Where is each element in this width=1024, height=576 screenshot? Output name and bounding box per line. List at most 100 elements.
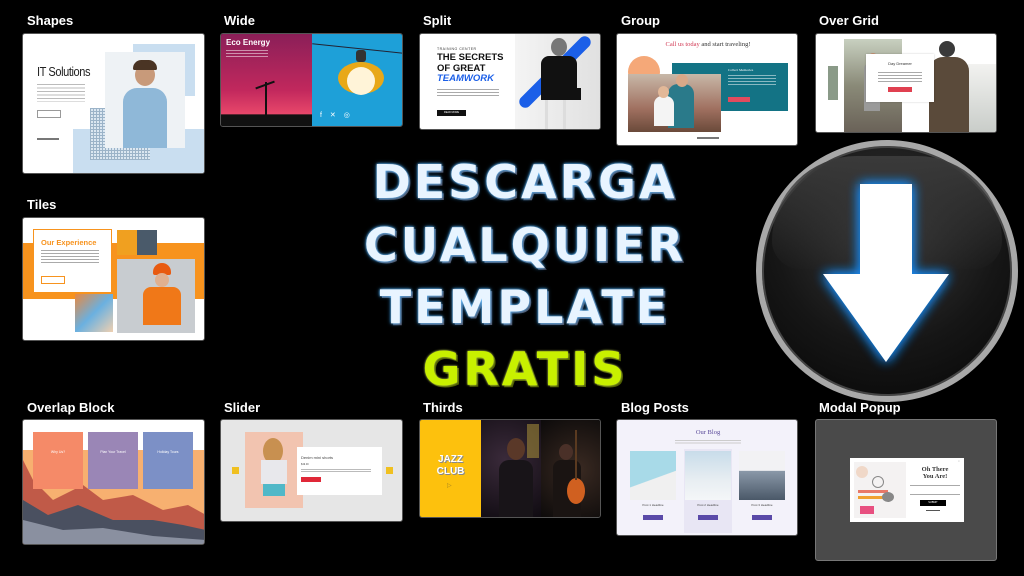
- template-card-overlap-block[interactable]: Why Us? Plan Your Travel Holiday Tours: [22, 419, 205, 545]
- slider-prev-arrow: [232, 467, 239, 474]
- template-card-shapes[interactable]: IT Solutions: [22, 33, 205, 174]
- card-title: THE SECRETS OF GREAT TEAMWORK: [437, 52, 504, 85]
- post-title: Post 3 Headline: [751, 503, 773, 507]
- card-button: [888, 87, 912, 92]
- template-label-thirds: Thirds: [423, 400, 463, 415]
- post-button: [752, 515, 772, 520]
- tile-photo: [75, 294, 113, 332]
- download-arrow-icon: [823, 184, 949, 362]
- content-box: Our Experience: [33, 229, 112, 293]
- template-card-group[interactable]: Call us today and start traveling! Colle…: [616, 33, 798, 146]
- card-title: Our Blog: [695, 429, 721, 436]
- input-line: [910, 485, 960, 486]
- close-icon: ×: [958, 459, 960, 463]
- guitarist-photo: [541, 420, 600, 517]
- singer-photo: [481, 420, 541, 517]
- submit-button: SUBMIT: [920, 500, 946, 506]
- title-line: Oh There: [921, 466, 949, 473]
- blog-post: Post 1 Headline: [630, 451, 676, 535]
- template-label-overlap-block: Overlap Block: [27, 400, 115, 415]
- modal-dialog: Oh There You Are! SUBMIT ×: [850, 458, 964, 522]
- card-title: Our Experience: [41, 238, 97, 247]
- headline-line-3: TEMPLATE: [379, 280, 671, 334]
- model-photo: [245, 432, 303, 508]
- template-card-slider[interactable]: Denim mini shorts $19.00: [220, 419, 403, 522]
- feature-column: Plan Your Travel: [88, 432, 138, 489]
- content-box: Day Dreamer: [866, 54, 934, 102]
- price: $19.00: [301, 463, 309, 466]
- card-title: Denim mini shorts: [301, 455, 334, 460]
- template-card-wide[interactable]: Eco Energy f ✕ ◎: [220, 33, 403, 127]
- card-title: JAZZ CLUB: [420, 454, 481, 478]
- card-button: [41, 276, 65, 284]
- template-label-over-grid: Over Grid: [819, 13, 879, 28]
- caption: [37, 138, 59, 140]
- post-image: [685, 451, 731, 500]
- post-image: [630, 451, 676, 500]
- template-card-split[interactable]: TRAINING CENTER THE SECRETS OF GREAT TEA…: [419, 33, 601, 130]
- card-title: IT Solutions: [37, 64, 91, 79]
- template-label-group: Group: [621, 13, 660, 28]
- lamp-photo: f ✕ ◎: [312, 34, 402, 126]
- body-text: [37, 84, 85, 102]
- title-rest: and start traveling!: [699, 41, 751, 48]
- template-card-tiles[interactable]: Our Experience: [22, 217, 205, 341]
- blog-post: Post 2 Headline: [684, 449, 732, 533]
- post-title: Post 2 Headline: [697, 503, 719, 507]
- post-button: [643, 515, 663, 520]
- worker-photo: [117, 259, 195, 333]
- blog-post: Post 3 Headline: [739, 451, 785, 535]
- input-line: [910, 494, 960, 495]
- title-accent: Call us today: [665, 41, 700, 48]
- card-title: Day Dreamer: [888, 61, 912, 66]
- column-title: Plan Your Travel: [100, 450, 126, 454]
- post-title: Post 1 Headline: [642, 503, 664, 507]
- modal-title: Oh There You Are!: [908, 466, 962, 480]
- title-line: THE SECRETS: [437, 52, 504, 63]
- title-line: CLUB: [436, 466, 465, 477]
- template-label-tiles: Tiles: [27, 197, 57, 212]
- post-image: [739, 451, 785, 500]
- title-line: You Are!: [922, 473, 948, 480]
- play-icon: ▷: [447, 483, 452, 489]
- content-box: Denim mini shorts $19.00: [297, 447, 382, 495]
- box-title: Collect Memories: [728, 68, 754, 72]
- caption: [926, 510, 940, 511]
- template-label-modal-popup: Modal Popup: [819, 400, 901, 415]
- sunset-photo: Eco Energy: [221, 34, 312, 126]
- card-button: [301, 477, 321, 482]
- template-label-slider: Slider: [224, 400, 261, 415]
- template-label-blog-posts: Blog Posts: [621, 400, 689, 415]
- card-button: READ MORE: [437, 110, 466, 116]
- kicker: TRAINING CENTER: [437, 47, 477, 51]
- column-title: Holiday Tours: [157, 450, 179, 454]
- card-button: [37, 110, 61, 118]
- download-button[interactable]: [756, 140, 1018, 402]
- title-line-accent: TEAMWORK: [437, 73, 494, 84]
- headline-line-1: DESCARGA: [372, 155, 678, 209]
- card-button: [728, 97, 750, 102]
- headline-line-2: CUALQUIER: [363, 218, 687, 272]
- template-card-thirds[interactable]: JAZZ CLUB ▷: [419, 419, 601, 518]
- template-card-over-grid[interactable]: Day Dreamer: [815, 33, 997, 133]
- template-label-shapes: Shapes: [27, 13, 74, 28]
- column-title: Why Us?: [50, 450, 66, 454]
- template-label-split: Split: [423, 13, 452, 28]
- template-card-modal-popup[interactable]: Oh There You Are! SUBMIT ×: [815, 419, 997, 561]
- tile-photo: [117, 230, 157, 255]
- person-photo: [515, 34, 600, 129]
- template-card-blog-posts[interactable]: Our Blog Post 1 Headline Post 2 Headline…: [616, 419, 798, 536]
- title-line: JAZZ: [438, 454, 463, 465]
- yellow-panel: JAZZ CLUB ▷: [420, 420, 481, 517]
- feature-column: Why Us?: [33, 432, 83, 489]
- couple-photo: [628, 74, 721, 132]
- person-photo: [105, 52, 185, 148]
- social-icons: f ✕ ◎: [320, 112, 353, 119]
- cosmetics-photo: [854, 462, 906, 518]
- card-title: Eco Energy: [226, 38, 271, 47]
- post-button: [698, 515, 718, 520]
- grid-photo: [828, 66, 838, 100]
- template-label-wide: Wide: [224, 13, 255, 28]
- headline-line-4: GRATIS: [422, 342, 628, 396]
- card-title: Call us today and start traveling!: [617, 41, 797, 48]
